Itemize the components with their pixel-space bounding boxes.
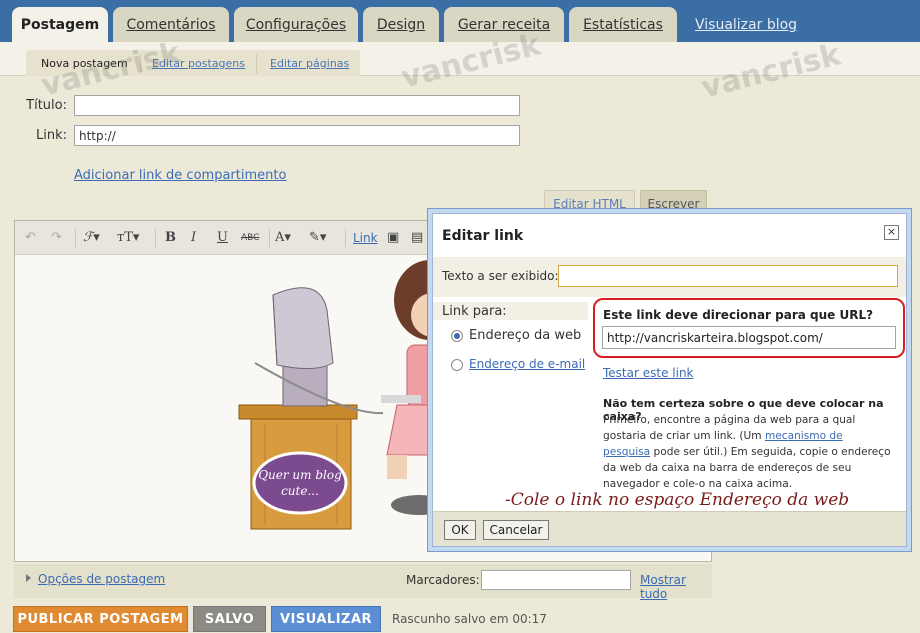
tab-postagem[interactable]: Postagem — [12, 7, 108, 42]
radio-email-address[interactable] — [451, 359, 463, 371]
badge-text-line1: Quer um blog — [258, 468, 342, 482]
publish-button[interactable]: PUBLICAR POSTAGEM — [13, 606, 188, 632]
cancel-button[interactable]: Cancelar — [483, 520, 549, 540]
font-family-icon[interactable]: ℱ▾ — [83, 229, 100, 247]
url-heading: Este link deve direcionar para que URL? — [603, 308, 874, 322]
toolbar-divider — [155, 229, 156, 247]
test-link[interactable]: Testar este link — [603, 366, 694, 380]
ok-button[interactable]: OK — [444, 520, 476, 540]
badge-text-line2: cute... — [281, 484, 319, 498]
web-address-option[interactable]: Endereço da web — [469, 328, 581, 343]
autosave-status: Rascunho salvo em 00:17 — [392, 612, 547, 626]
title-label: Título: — [26, 98, 67, 113]
email-address-option[interactable]: Endereço de e-mail — [469, 357, 585, 371]
sub-divider — [256, 54, 257, 74]
subtab-editar-paginas[interactable]: Editar páginas — [270, 50, 349, 76]
labels-label: Marcadores: — [406, 573, 480, 587]
display-text-input[interactable] — [558, 265, 898, 287]
undo-icon[interactable]: ↶ — [25, 229, 36, 247]
font-size-icon[interactable]: тT▾ — [117, 229, 139, 247]
title-input[interactable] — [74, 95, 520, 116]
insert-image-icon[interactable]: ▣ — [387, 229, 399, 247]
close-icon[interactable]: × — [884, 225, 899, 240]
tab-design[interactable]: Design — [363, 7, 439, 42]
toolbar-divider — [345, 229, 346, 247]
show-all-link[interactable]: Mostrar tudo — [640, 573, 712, 601]
insert-link-button[interactable]: Link — [353, 229, 378, 247]
url-input[interactable]: http://vancriskarteira.blogspot.com/ — [602, 326, 896, 349]
post-options-link[interactable]: Opções de postagem — [38, 572, 165, 586]
annotation-text: -Cole o link no espaço Endereço da web — [505, 490, 850, 510]
link-input[interactable]: http:// — [74, 125, 520, 146]
edit-link-dialog: Editar link × Texto a ser exibido: Link … — [427, 208, 912, 552]
dialog-body: Editar link × Texto a ser exibido: Link … — [432, 213, 907, 547]
add-share-link[interactable]: Adicionar link de compartimento — [74, 168, 286, 183]
redo-icon[interactable]: ↷ — [51, 229, 62, 247]
tab-configuracoes[interactable]: Configurações — [234, 7, 358, 42]
link-to-label: Link para: — [442, 304, 507, 319]
dialog-button-bar: OK Cancelar — [433, 511, 906, 546]
strikethrough-icon[interactable]: ABC — [241, 229, 259, 247]
view-blog-link[interactable]: Visualizar blog — [695, 17, 797, 33]
saved-button[interactable]: SALVO — [193, 606, 266, 632]
preview-button[interactable]: VISUALIZAR — [271, 606, 381, 632]
post-options-bar: Opções de postagem Marcadores: Mostrar t… — [14, 564, 712, 601]
text-color-icon[interactable]: A▾ — [275, 229, 291, 247]
dialog-title: Editar link — [442, 228, 524, 244]
italic-icon[interactable]: I — [191, 229, 196, 247]
highlight-color-icon[interactable]: ✎▾ — [309, 229, 326, 247]
underline-icon[interactable]: U — [217, 229, 228, 247]
radio-web-address[interactable] — [451, 330, 463, 342]
top-nav-bar: Postagem Comentários Configurações Desig… — [0, 0, 920, 42]
expand-arrow-icon[interactable] — [26, 574, 31, 582]
link-label: Link: — [35, 128, 67, 143]
insert-video-icon[interactable]: ▤ — [411, 229, 423, 247]
display-text-label: Texto a ser exibido: — [442, 269, 559, 283]
help-text: Primeiro, encontre a página da web para … — [603, 412, 893, 492]
labels-input[interactable] — [481, 570, 631, 590]
toolbar-divider — [75, 229, 76, 247]
tab-estatisticas[interactable]: Estatísticas — [569, 7, 677, 42]
bold-icon[interactable]: B — [165, 229, 176, 247]
toolbar-divider — [269, 229, 270, 247]
